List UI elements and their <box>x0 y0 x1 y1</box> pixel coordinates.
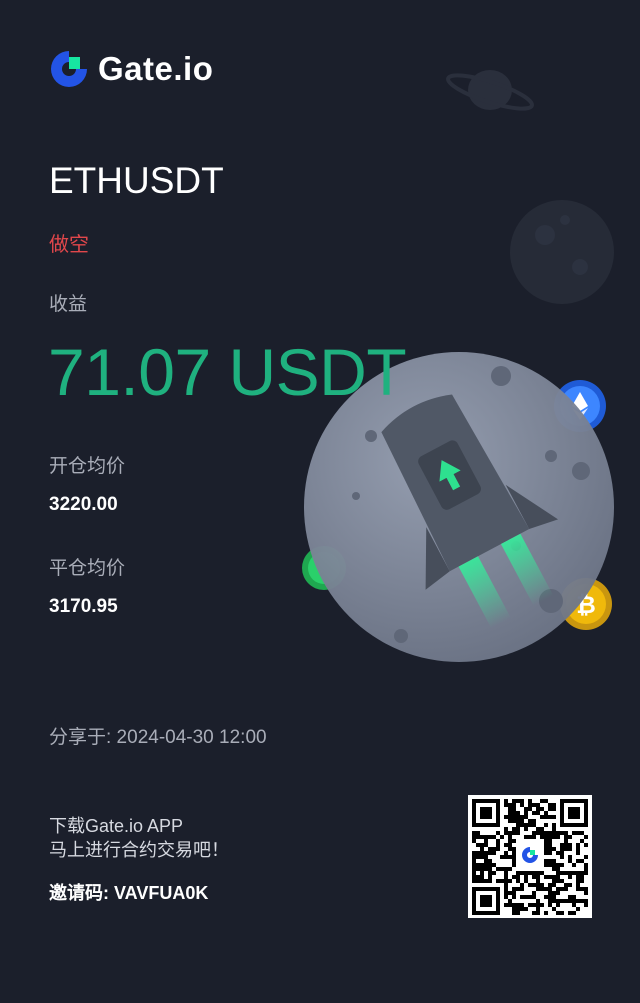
invite-code: 邀请码: VAVFUA0K <box>49 883 209 903</box>
gate-logo-icon <box>51 51 87 87</box>
share-timestamp: 分享于: 2024-04-30 12:00 <box>49 727 267 748</box>
position-side: 做空 <box>49 234 89 256</box>
download-promo: 下载Gate.io APP 马上进行合约交易吧！ <box>49 814 229 862</box>
profit-label: 收益 <box>49 294 88 315</box>
exit-price-label: 平仓均价 <box>49 558 126 579</box>
logo-text: Gate.io <box>98 50 214 87</box>
download-line-1: 下载Gate.io APP <box>49 816 184 836</box>
planet-ring-decoration <box>446 70 534 111</box>
moon-decoration <box>510 200 614 304</box>
download-line-2: 马上进行合约交易吧！ <box>49 840 229 860</box>
gate-logo: Gate.io <box>48 48 213 90</box>
trading-pair: ETHUSDT <box>49 160 224 201</box>
entry-price-label: 开仓均价 <box>49 456 126 477</box>
profit-value: 71.07 USDT <box>48 335 407 409</box>
entry-price-value: 3220.00 <box>49 494 118 515</box>
qr-code[interactable] <box>468 795 592 918</box>
exit-price-value: 3170.95 <box>49 596 118 617</box>
qr-center-logo-icon <box>518 843 542 867</box>
